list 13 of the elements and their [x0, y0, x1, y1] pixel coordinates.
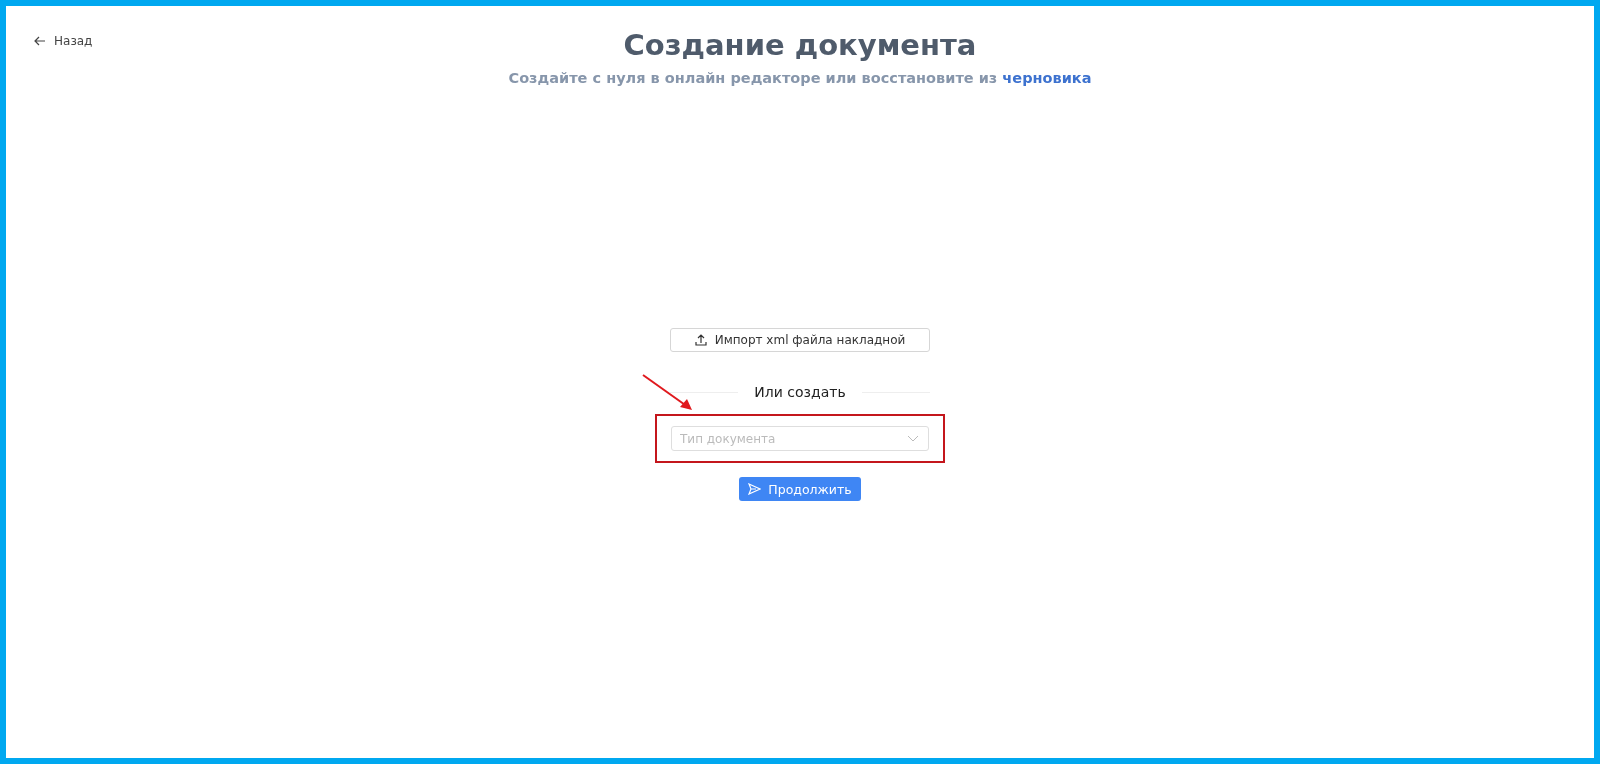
annotation-arrow — [642, 374, 694, 412]
arrow-left-icon — [34, 36, 46, 46]
upload-icon — [694, 334, 707, 346]
back-link[interactable]: Назад — [34, 34, 93, 48]
page-subtitle: Создайте с нуля в онлайн редакторе или восстановите из черновика — [508, 70, 1092, 86]
continue-button[interactable]: Продолжить — [739, 477, 861, 501]
chevron-down-icon — [907, 435, 919, 442]
document-type-select[interactable]: Тип документа — [671, 426, 929, 451]
drafts-link[interactable]: черновика — [1002, 70, 1092, 86]
page-title: Создание документа — [623, 28, 977, 62]
import-button[interactable]: Импорт xml файла накладной — [670, 328, 930, 352]
send-icon — [748, 483, 762, 495]
divider-label: Или создать — [754, 384, 846, 400]
